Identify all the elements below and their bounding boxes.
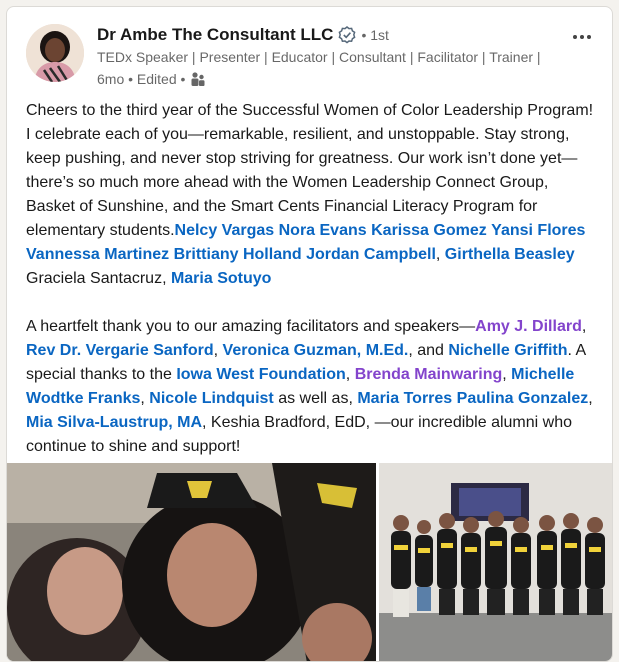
feed-post-card: Dr Ambe The Consultant LLC • 1st TEDx Sp… [6, 6, 613, 662]
post-image-selfie[interactable] [7, 463, 376, 661]
mention-link[interactable]: Amy J. Dillard [475, 318, 582, 335]
mention-link[interactable]: Brenda Mainwaring [355, 366, 503, 383]
mention-link[interactable]: Mia Silva-Laustrup, MA [26, 414, 202, 431]
ellipsis-icon [573, 35, 591, 39]
mention-link[interactable]: Maria Sotuyo [171, 270, 271, 287]
mention-link[interactable]: Jordan Campbell [306, 246, 436, 263]
post-timestamp[interactable]: 6mo • Edited • [97, 71, 185, 87]
post-paragraph-2: A heartfelt thank you to our amazing fac… [26, 318, 593, 455]
author-headline: TEDx Speaker | Presenter | Educator | Co… [97, 49, 541, 65]
connection-degree: • 1st [361, 27, 389, 43]
more-options-button[interactable] [566, 23, 598, 51]
mention-link[interactable]: Maria Torres Paulina Gonzalez [357, 390, 588, 407]
author-name[interactable]: Dr Ambe The Consultant LLC [97, 25, 333, 45]
people-icon [189, 70, 207, 88]
mention-link[interactable]: Nelcy Vargas [175, 222, 275, 239]
mention-link[interactable]: Vannessa Martinez [26, 246, 169, 263]
mention-link[interactable]: Girthella Beasley [445, 246, 575, 263]
post-image-group-photo[interactable] [379, 463, 612, 661]
mention-link[interactable]: Rev Dr. Vergarie Sanford [26, 342, 214, 359]
post-paragraph-1: Cheers to the third year of the Successf… [26, 102, 594, 287]
mention-link[interactable]: Nora Evans [279, 222, 367, 239]
mention-link[interactable]: Nicole Lindquist [149, 390, 273, 407]
post-text: Cheers to the third year of the Successf… [26, 99, 601, 459]
verified-badge-icon [338, 26, 356, 44]
mention-link[interactable]: Nichelle Griffith [448, 342, 567, 359]
mention-link[interactable]: Yansi Flores [491, 222, 585, 239]
author-avatar[interactable] [26, 24, 84, 82]
mention-link[interactable]: Iowa West Foundation [176, 366, 345, 383]
mention-link[interactable]: Brittiany Holland [174, 246, 302, 263]
mention-link[interactable]: Veronica Guzman, M.Ed. [223, 342, 409, 359]
mention-link[interactable]: Karissa Gomez [371, 222, 487, 239]
